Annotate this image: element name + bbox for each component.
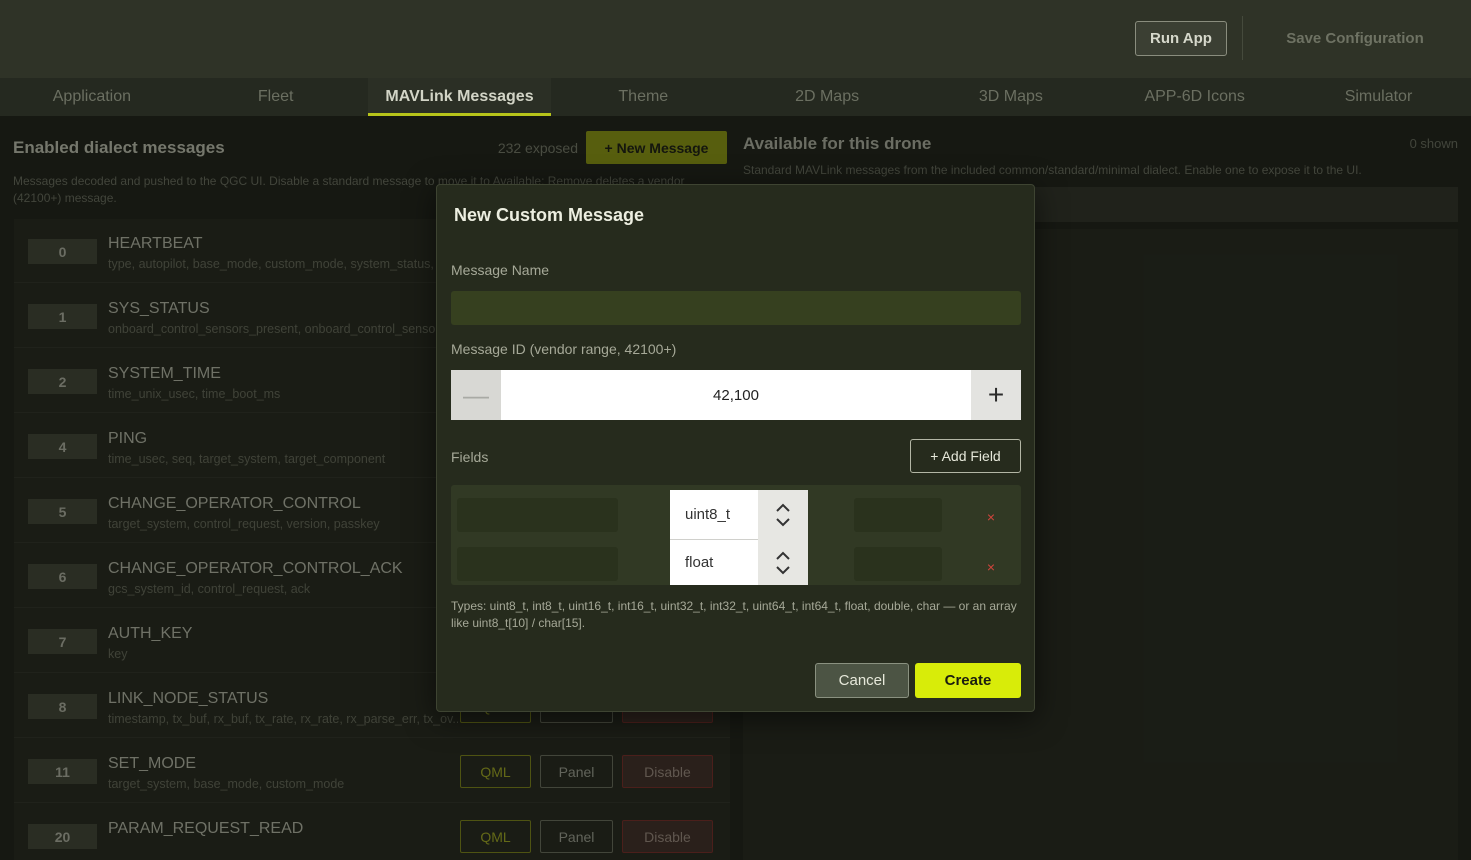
remove-field-icon[interactable]: × xyxy=(983,509,999,525)
type-spinner-arrows[interactable] xyxy=(758,490,808,540)
header-divider xyxy=(1242,16,1243,60)
fields-list: uint8_t × float × xyxy=(451,485,1021,585)
type-spinner-arrows[interactable] xyxy=(758,540,808,585)
tab-mavlink-messages[interactable]: MAVLink Messages xyxy=(367,78,552,116)
message-name-input[interactable] xyxy=(451,291,1021,325)
remove-field-icon[interactable]: × xyxy=(983,559,999,575)
fields-label: Fields xyxy=(451,449,489,465)
types-hint: Types: uint8_t, int8_t, uint16_t, int16_… xyxy=(451,599,1017,630)
field-array-size-input[interactable] xyxy=(854,498,942,532)
field-type-spinbox[interactable]: uint8_t xyxy=(670,490,808,540)
tab-app-6d-icons[interactable]: APP-6D Icons xyxy=(1103,78,1287,116)
message-id-value[interactable]: 42,100 xyxy=(501,370,971,420)
dialog-title: New Custom Message xyxy=(454,205,645,225)
plus-icon: + xyxy=(987,379,1005,410)
create-button[interactable]: Create xyxy=(915,663,1021,698)
updown-chevron-icon xyxy=(776,503,790,527)
message-id-stepper: — 42,100 + xyxy=(451,370,1021,420)
tab-fleet[interactable]: Fleet xyxy=(184,78,368,116)
run-app-button[interactable]: Run App xyxy=(1135,21,1227,56)
increment-button[interactable]: + xyxy=(971,370,1021,420)
minus-icon: — xyxy=(463,379,489,410)
add-field-button[interactable]: + Add Field xyxy=(910,439,1021,473)
field-name-input[interactable] xyxy=(457,547,618,581)
decrement-button[interactable]: — xyxy=(451,370,501,420)
tab-3d-maps[interactable]: 3D Maps xyxy=(919,78,1103,116)
tab-bar: Application Fleet MAVLink Messages Theme… xyxy=(0,78,1471,116)
field-name-input[interactable] xyxy=(457,498,618,532)
field-array-size-input[interactable] xyxy=(854,547,942,581)
save-configuration-button[interactable]: Save Configuration xyxy=(1262,21,1448,56)
tab-simulator[interactable]: Simulator xyxy=(1287,78,1471,116)
message-name-label: Message Name xyxy=(451,262,550,278)
cancel-button[interactable]: Cancel xyxy=(815,663,909,698)
tab-theme[interactable]: Theme xyxy=(551,78,735,116)
updown-chevron-icon xyxy=(776,551,790,574)
app-header: Run App Save Configuration xyxy=(0,0,1471,78)
field-type-value: uint8_t xyxy=(670,490,758,540)
message-id-label: Message ID (vendor range, 42100+) xyxy=(451,341,677,357)
tab-application[interactable]: Application xyxy=(0,78,184,116)
field-type-value: float xyxy=(685,554,714,571)
tab-2d-maps[interactable]: 2D Maps xyxy=(735,78,919,116)
new-custom-message-dialog: New Custom Message Message Name Message … xyxy=(436,184,1035,712)
field-type-spinbox[interactable]: float xyxy=(670,540,808,585)
